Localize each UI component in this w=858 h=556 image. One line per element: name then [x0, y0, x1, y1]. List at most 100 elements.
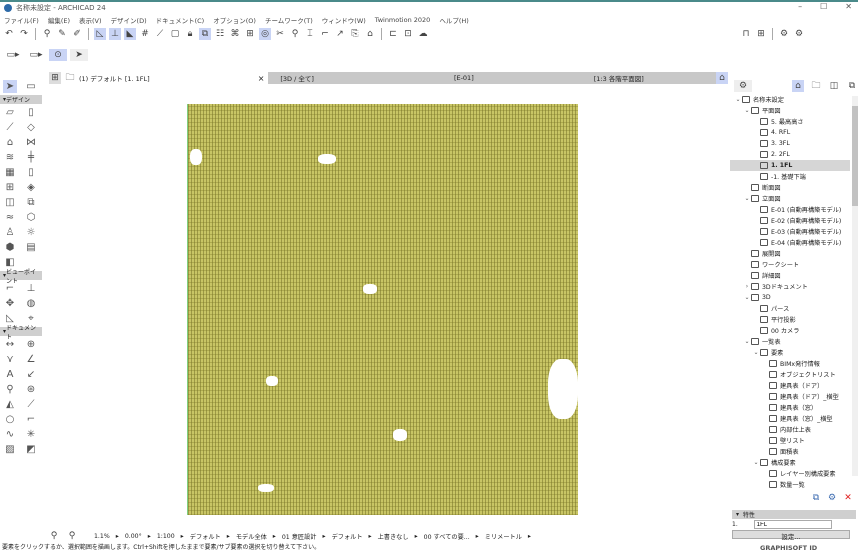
graphisoft-id[interactable]: GRAPHISOFT ID [760, 544, 817, 552]
tree-item[interactable]: 平行投影 [730, 314, 850, 325]
tree-item[interactable]: ⌄ 一覧表 [730, 336, 850, 347]
wall-end-tool-icon[interactable]: ◫ [3, 196, 17, 209]
level-dimension-tool-icon[interactable]: ⊕ [24, 338, 38, 351]
syringe-icon[interactable]: ✐ [71, 28, 83, 40]
tree-item[interactable]: 建具表（ドア）_横型 [730, 391, 850, 402]
zoom-value[interactable]: 1.1% [94, 533, 110, 540]
lock-icon[interactable]: 🔒︎ [184, 28, 196, 40]
view-map-icon[interactable]: 🗀︎ [810, 80, 822, 92]
undo-icon[interactable]: ↶ [3, 28, 15, 40]
publish-icon[interactable]: ⊡ [402, 28, 414, 40]
object-tool-icon[interactable]: ♙ [3, 226, 17, 239]
morph-tool-icon[interactable]: ⬡ [24, 211, 38, 224]
story-name-input[interactable] [753, 520, 832, 529]
tree-item[interactable]: › 3Dドキュメント [730, 281, 850, 292]
zone-stamp-tool-icon[interactable]: ⚲ [3, 383, 17, 396]
tree-item[interactable]: 数量一覧 [730, 479, 850, 490]
zoom-icon[interactable]: ⚲ [289, 28, 301, 40]
tree-item[interactable]: ⌄ 構成要素 [730, 457, 850, 468]
grid-snap-icon[interactable]: # [139, 28, 151, 40]
mesh-tool-icon[interactable]: ≈ [3, 211, 17, 224]
tab-floor-plan[interactable]: ⊞ 🗀︎ (1) デフォルト [1. 1FL] [45, 72, 154, 84]
house-icon[interactable]: ⌂ [364, 28, 376, 40]
publisher-icon[interactable]: ⧉ [846, 80, 858, 92]
expand-arrow-icon[interactable]: ⌄ [743, 338, 751, 345]
tree-item[interactable]: E-01 (自動再構築モデル) [730, 204, 850, 215]
drawing-tool-icon[interactable]: ◩ [24, 443, 38, 456]
figure-tool-icon[interactable]: ▨ [3, 443, 17, 456]
explode-icon[interactable]: ⌘ [229, 28, 241, 40]
column-tool-icon[interactable]: ▯ [24, 106, 38, 119]
tab-3d[interactable]: [3D / 全て] [280, 73, 314, 83]
expand-arrow-icon[interactable]: ⌄ [743, 294, 751, 301]
roof-tool-icon[interactable]: ⌂ [3, 136, 17, 149]
door-tool-icon[interactable]: ▯ [24, 166, 38, 179]
tree-item[interactable]: 建具表（窓）_横型 [730, 413, 850, 424]
3d-model-canvas[interactable] [187, 104, 578, 515]
menu-help[interactable]: ヘルプ(H) [439, 15, 468, 25]
new-view-icon[interactable]: ⧉ [810, 492, 822, 504]
expand-arrow-icon[interactable]: ⌄ [752, 349, 760, 356]
bimx-icon[interactable]: ⚙ [778, 28, 790, 40]
zone-tool-icon[interactable]: ⬢ [3, 241, 17, 254]
tree-item[interactable]: ⌄ 名称未設定 [730, 94, 850, 105]
tree-item[interactable]: 展開図 [730, 248, 850, 259]
marquee-icon[interactable]: ▢ [169, 28, 181, 40]
layer-combo[interactable]: デフォルト [190, 532, 221, 541]
tree-item[interactable]: ⌄ 立面図 [730, 193, 850, 204]
expand-arrow-icon[interactable]: ⌄ [743, 107, 751, 114]
renovation-filter[interactable]: 01 意匠設計 [282, 532, 317, 541]
lamp-tool-icon[interactable]: ☼ [24, 226, 38, 239]
label-tool-icon[interactable]: ↙ [24, 368, 38, 381]
curtain-wall-tool-icon[interactable]: ▦ [3, 166, 17, 179]
suspend-groups-icon[interactable]: ⟋ [154, 28, 166, 40]
tree-item[interactable]: 建具表（ドア） [730, 380, 850, 391]
tree-item[interactable]: レイヤー別構成要素 [730, 468, 850, 479]
tree-item[interactable]: パース [730, 303, 850, 314]
eyedropper-icon[interactable]: ✎ [56, 28, 68, 40]
partial-structure[interactable]: 00 すべての要... [424, 532, 470, 541]
settings-button[interactable]: 設定... [732, 530, 850, 541]
tree-item[interactable]: 断面図 [730, 182, 850, 193]
tree-item[interactable]: オブジェクトリスト [730, 369, 850, 380]
polyline-tool-icon[interactable]: ⌐ [24, 413, 38, 426]
scale-value[interactable]: 1:100 [157, 533, 175, 540]
tree-item[interactable]: 00 カメラ [730, 325, 850, 336]
navigator-scrollbar[interactable] [852, 96, 858, 476]
align-icon[interactable]: ⊞ [244, 28, 256, 40]
find-select-icon[interactable]: ⚲ [41, 28, 53, 40]
navigator-mode-icon[interactable]: ⚙ [734, 80, 752, 92]
tree-item[interactable]: ワークシート [730, 259, 850, 270]
fit-icon[interactable]: ⚲ [66, 530, 78, 542]
layout-book-icon[interactable]: ◫ [828, 80, 840, 92]
wall-tool-icon[interactable]: ▱ [3, 106, 17, 119]
section-design[interactable]: ▾ デザイン [0, 95, 42, 104]
dimension-unit[interactable]: ミリメートル [485, 532, 522, 541]
project-map-icon[interactable]: ⌂ [792, 80, 804, 92]
fillet-icon[interactable]: ↗ [334, 28, 346, 40]
grid-element-tool-icon[interactable]: ⊛ [24, 383, 38, 396]
menu-file[interactable]: ファイル(F) [4, 15, 39, 25]
cloud-icon[interactable]: ☁ [417, 28, 429, 40]
worksheet-tool-icon[interactable]: ◍ [24, 297, 38, 310]
expand-arrow-icon[interactable]: ⌄ [752, 459, 760, 466]
corner-window-tool-icon[interactable]: ⧉ [24, 196, 38, 209]
menu-document[interactable]: ドキュメント(C) [156, 15, 205, 25]
mep-tool-icon[interactable]: ▤ [24, 241, 38, 254]
railing-tool-icon[interactable]: ╪ [24, 151, 38, 164]
paste-icon[interactable]: ⎘ [349, 28, 361, 40]
elevation-tool-icon[interactable]: ⊥ [24, 282, 38, 295]
stair-tool-icon[interactable]: ≋ [3, 151, 17, 164]
delete-icon[interactable]: ✕ [842, 492, 854, 504]
teamwork-send-icon[interactable]: ⊞ [755, 28, 767, 40]
zoom-in-icon[interactable]: ⚲ [48, 530, 60, 542]
menu-window[interactable]: ウィンドウ(W) [322, 15, 366, 25]
window-tool-icon[interactable]: ⊞ [3, 181, 17, 194]
marquee-tool[interactable]: ▭ [24, 80, 38, 93]
tree-item[interactable]: 1. 1FL [730, 160, 850, 171]
interior-elevation-tool-icon[interactable]: ✥ [3, 297, 17, 310]
radial-dimension-tool-icon[interactable]: ⋎ [3, 353, 17, 366]
tree-item[interactable]: 3. 3FL [730, 138, 850, 149]
tree-item[interactable]: BIMx発行情報 [730, 358, 850, 369]
line-tool-icon[interactable]: ⟋ [24, 398, 38, 411]
